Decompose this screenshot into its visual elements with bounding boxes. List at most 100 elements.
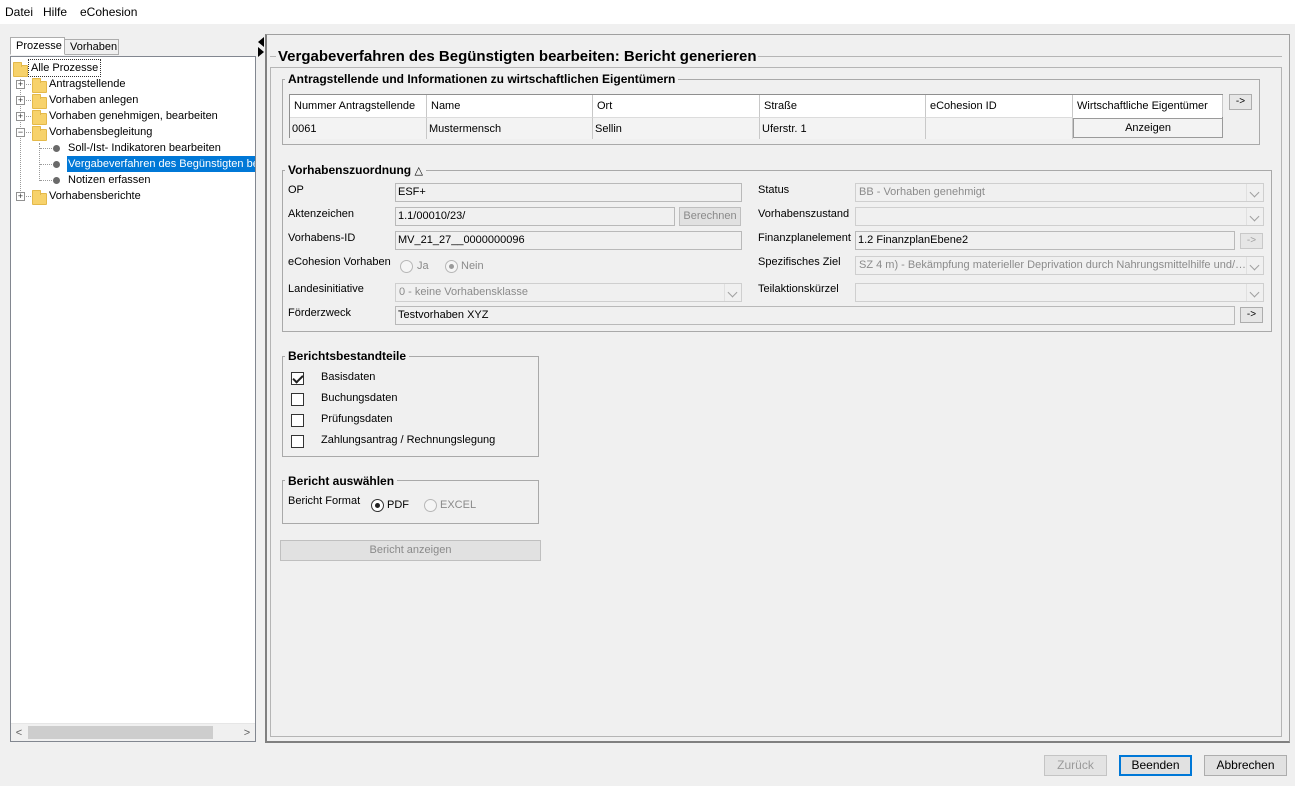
chevron-down-icon[interactable] xyxy=(1246,208,1263,225)
vorhabens-id-field[interactable]: MV_21_27__0000000096 xyxy=(395,231,742,250)
chevron-down-icon[interactable] xyxy=(724,284,741,301)
column-header[interactable]: Ort xyxy=(593,95,760,117)
scroll-left-icon[interactable]: < xyxy=(11,725,27,741)
menu-ecohesion[interactable]: eCohesion xyxy=(80,5,137,19)
leaf-icon xyxy=(53,177,60,184)
expand-right-icon[interactable] xyxy=(258,47,264,57)
table-cell[interactable]: 0061 xyxy=(290,117,427,139)
aktenzeichen-field[interactable]: 1.1/00010/23/ xyxy=(395,207,675,226)
berechnen-button[interactable]: Berechnen xyxy=(679,207,741,226)
checkbox-buchungsdaten-label: Buchungsdaten xyxy=(321,392,398,404)
expand-icon[interactable]: + xyxy=(16,112,25,121)
finanzplan-field[interactable]: 1.2 FinanzplanEbene2 xyxy=(855,231,1235,250)
status-select[interactable]: BB - Vorhaben genehmigt xyxy=(855,183,1264,202)
tree-item-notizen[interactable]: Notizen erfassen xyxy=(68,172,151,188)
tree-item-antragstellende[interactable]: Antragstellende xyxy=(49,76,125,92)
chevron-down-icon[interactable] xyxy=(1246,257,1263,274)
tree-item-vorhabensbegleitung[interactable]: Vorhabensbegleitung xyxy=(49,124,152,140)
show-owners-button[interactable]: Anzeigen xyxy=(1073,118,1223,138)
landesinitiative-label: Landesinitiative xyxy=(288,283,364,295)
collapse-icon[interactable]: − xyxy=(16,128,25,137)
column-header[interactable]: Name xyxy=(427,95,593,117)
spezifisches-ziel-label: Spezifisches Ziel xyxy=(758,256,841,268)
column-header[interactable]: eCohesion ID xyxy=(926,95,1073,117)
radio-nein-label: Nein xyxy=(461,260,484,272)
teilaktion-label: Teilaktionskürzel xyxy=(758,283,839,295)
finanzplan-arrow-button[interactable]: -> xyxy=(1240,233,1263,249)
menu-datei[interactable]: Datei xyxy=(5,5,33,19)
checkbox-pruefungsdaten[interactable] xyxy=(291,414,304,427)
collapse-triangle-icon[interactable]: △ xyxy=(414,165,422,177)
expand-icon[interactable]: + xyxy=(16,192,25,201)
expand-icon[interactable]: + xyxy=(16,80,25,89)
column-header[interactable]: Wirtschaftliche Eigentümer xyxy=(1073,95,1223,117)
column-header[interactable]: Nummer Antragstellende xyxy=(290,95,427,117)
process-tree: Alle Prozesse + Antragstellende + Vorhab… xyxy=(10,56,256,742)
teilaktion-select[interactable] xyxy=(855,283,1264,302)
column-header[interactable]: Straße xyxy=(760,95,926,117)
radio-pdf-label: PDF xyxy=(387,499,409,511)
tree-item-vorhaben-anlegen[interactable]: Vorhaben anlegen xyxy=(49,92,138,108)
vorhabenszustand-label: Vorhabenszustand xyxy=(758,208,850,220)
report-format-label: Bericht Format xyxy=(288,495,361,507)
tree-root[interactable]: Alle Prozesse xyxy=(27,59,102,77)
applicants-arrow-button[interactable]: -> xyxy=(1229,94,1252,110)
op-label: OP xyxy=(288,184,304,196)
ecohesion-vorhaben-label: eCohesion Vorhaben xyxy=(288,256,391,268)
finish-button[interactable]: Beenden xyxy=(1119,755,1192,776)
tree-horizontal-scrollbar[interactable]: < > xyxy=(11,723,255,741)
checkbox-zahlungsantrag-label: Zahlungsantrag / Rechnungslegung xyxy=(321,434,496,446)
menu-hilfe[interactable]: Hilfe xyxy=(43,5,67,19)
radio-ja[interactable] xyxy=(400,260,413,273)
leaf-icon xyxy=(53,145,60,152)
landesinitiative-select[interactable]: 0 - keine Vorhabensklasse xyxy=(395,283,742,302)
checkbox-basisdaten-label: Basisdaten xyxy=(321,371,376,383)
tree-item-indikatoren[interactable]: Soll-/Ist- Indikatoren bearbeiten xyxy=(68,140,221,156)
landesinitiative-value: 0 - keine Vorhabensklasse xyxy=(399,286,529,298)
assignment-title-text: Vorhabenszuordnung xyxy=(288,163,412,177)
checkbox-basisdaten[interactable] xyxy=(291,372,304,385)
chevron-down-icon[interactable] xyxy=(1246,284,1263,301)
spezifisches-ziel-select[interactable]: SZ 4 m) - Bekämpfung materieller Depriva… xyxy=(855,256,1264,275)
table-cell[interactable]: Uferstr. 1 xyxy=(760,117,926,139)
foerderzweck-arrow-button[interactable]: -> xyxy=(1240,307,1263,323)
collapse-left-icon[interactable] xyxy=(258,37,264,47)
folder-icon xyxy=(32,94,47,109)
tab-vorhaben[interactable]: Vorhaben xyxy=(64,39,119,55)
menu-bar: Datei Hilfe eCohesion xyxy=(0,0,1295,24)
radio-nein[interactable] xyxy=(445,260,458,273)
tree-item-vergabeverfahren[interactable]: Vergabeverfahren des Begünstigten be xyxy=(67,156,255,172)
radio-pdf[interactable] xyxy=(371,499,384,512)
assignment-group-title: Vorhabenszuordnung △ xyxy=(285,163,426,177)
tree-item-vorhaben-genehmigen[interactable]: Vorhaben genehmigen, bearbeiten xyxy=(49,108,218,124)
chevron-down-icon[interactable] xyxy=(1246,184,1263,201)
vorhabens-id-label: Vorhabens-ID xyxy=(288,232,356,244)
table-cell[interactable]: Mustermensch xyxy=(427,117,593,139)
op-field[interactable]: ESF+ xyxy=(395,183,742,202)
folder-icon xyxy=(32,126,47,141)
folder-icon xyxy=(13,62,28,77)
scrollbar-thumb[interactable] xyxy=(28,726,213,739)
foerderzweck-field[interactable]: Testvorhaben XYZ xyxy=(395,306,1235,325)
page-title: Vergabeverfahren des Begünstigten bearbe… xyxy=(276,48,759,65)
status-value: BB - Vorhaben genehmigt xyxy=(859,186,985,198)
vorhabenszustand-select[interactable] xyxy=(855,207,1264,226)
cancel-button[interactable]: Abbrechen xyxy=(1204,755,1287,776)
checkbox-buchungsdaten[interactable] xyxy=(291,393,304,406)
applicants-table: Nummer Antragstellende Name Ort Straße e… xyxy=(289,94,1223,139)
scroll-right-icon[interactable]: > xyxy=(239,725,255,741)
spezifisches-ziel-value: SZ 4 m) - Bekämpfung materieller Depriva… xyxy=(859,259,1246,271)
folder-icon xyxy=(32,190,47,205)
show-report-button[interactable]: Bericht anzeigen xyxy=(280,540,541,561)
tab-prozesse[interactable]: Prozesse xyxy=(10,37,65,55)
table-cell[interactable] xyxy=(926,117,1073,139)
tree-guide-line xyxy=(40,148,52,149)
table-cell[interactable]: Sellin xyxy=(593,117,760,139)
report-select-title: Bericht auswählen xyxy=(285,474,398,488)
tree-item-vorhabensberichte[interactable]: Vorhabensberichte xyxy=(49,188,141,204)
leaf-icon xyxy=(53,161,60,168)
checkbox-zahlungsantrag[interactable] xyxy=(291,435,304,448)
expand-icon[interactable]: + xyxy=(16,96,25,105)
radio-excel[interactable] xyxy=(424,499,437,512)
back-button[interactable]: Zurück xyxy=(1044,755,1107,776)
